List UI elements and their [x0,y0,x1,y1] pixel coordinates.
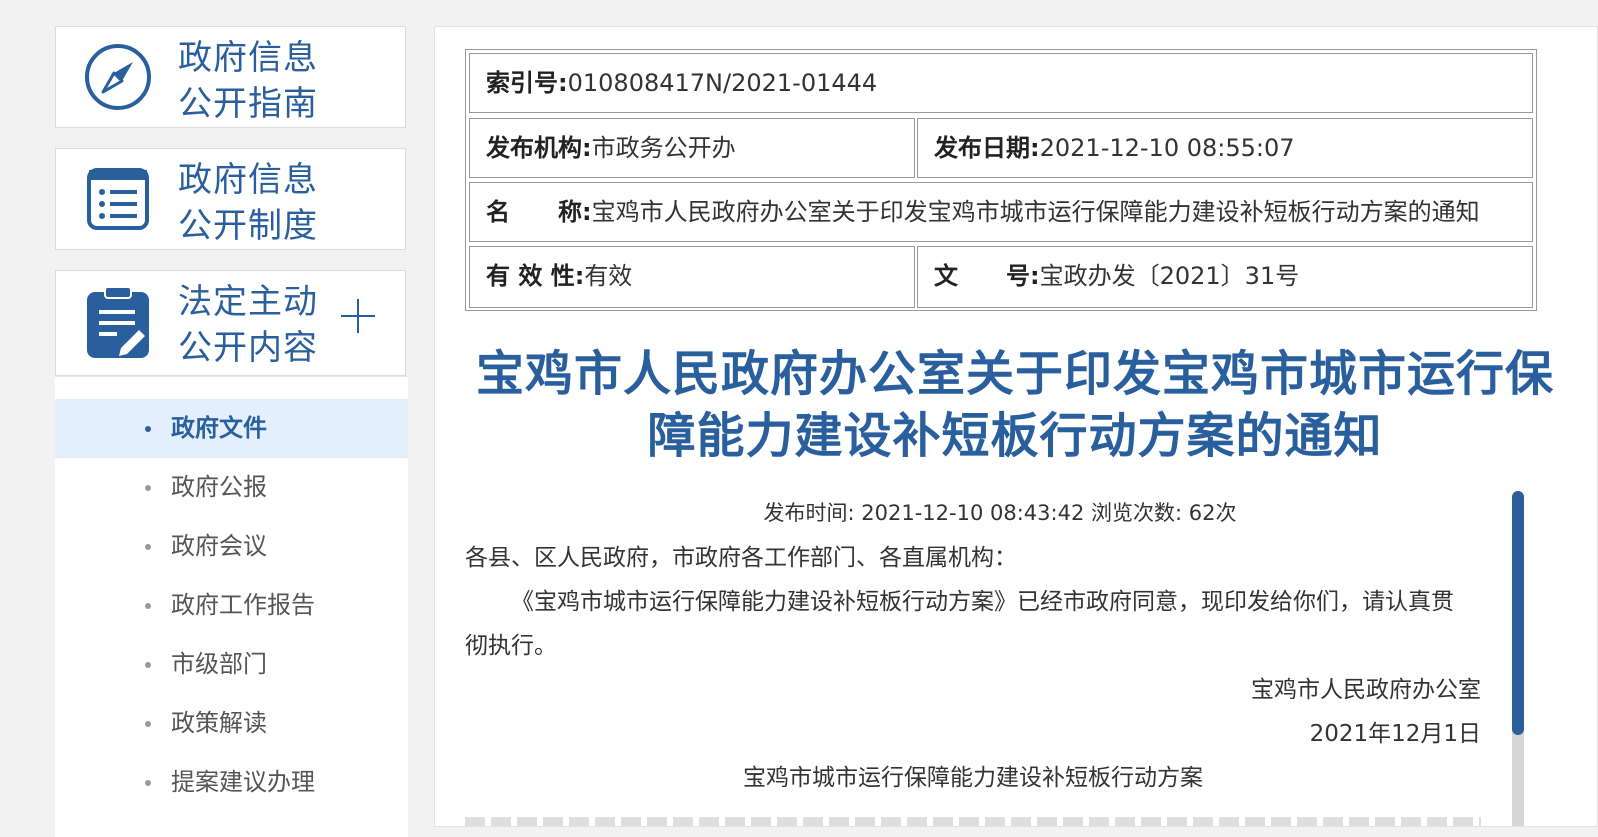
submenu-item-gov-gazette[interactable]: 政府公报 [55,458,408,517]
signature-org: 宝鸡市人民政府办公室 [1251,677,1481,703]
metadata-table: 索引号:010808417N/2021-01444 发布机构:市政务公开办 发布… [465,49,1537,311]
bullet-icon [145,721,151,727]
attachment-title: 宝鸡市城市运行保障能力建设补短板行动方案 [743,765,1203,791]
bullet-icon [145,485,151,491]
submenu-item-gov-documents[interactable]: 政府文件 [55,399,408,458]
meta-docno-value: 宝政办发〔2021〕31号 [1039,262,1300,290]
submenu-item-label: 政府工作报告 [171,591,315,619]
bullet-icon [145,426,151,432]
clipboard-edit-icon [82,271,154,375]
meta-validity-label: 有 效 性: [486,262,585,290]
meta-validity-cell: 有 效 性:有效 [469,246,915,308]
meta-index-value: 010808417N/2021-01444 [567,69,878,97]
nav-system-line1: 政府信息 [178,160,318,200]
nav-system-card[interactable]: 政府信息 公开制度 [55,148,406,250]
submenu-item-city-departments[interactable]: 市级部门 [55,635,408,694]
meta-index-label: 索引号: [486,69,568,97]
submenu-item-label: 政府会议 [171,532,267,560]
publish-info: 发布时间: 2021-12-10 08:43:42 浏览次数: 62次 [763,501,1237,525]
meta-date-label: 发布日期: [934,134,1040,162]
submenu-item-label: 政府公报 [171,473,267,501]
scrollbar-thumb[interactable] [1512,491,1524,735]
submenu-item-label: 提案建议办理 [171,768,315,796]
submenu: 政府文件 政府公报 政府会议 政府工作报告 市级部门 政策解读 提案建议办理 [55,376,408,837]
submenu-item-proposals[interactable]: 提案建议办理 [55,753,408,812]
meta-date-value: 2021-12-10 08:55:07 [1039,134,1295,162]
signature-date: 2021年12月1日 [1309,721,1481,747]
bullet-icon [145,544,151,550]
submenu-item-label: 市级部门 [171,650,267,678]
nav-guide-card[interactable]: 政府信息 公开指南 [55,26,406,128]
submenu-item-label: 政策解读 [171,709,267,737]
nav-system-line2: 公开制度 [178,206,318,246]
meta-org-cell: 发布机构:市政务公开办 [469,118,915,178]
bullet-icon [145,780,151,786]
nav-statutory-line2: 公开内容 [178,328,318,368]
list-document-icon [82,149,154,249]
plus-icon[interactable] [341,299,375,333]
submenu-item-label: 政府文件 [171,414,267,442]
meta-validity-value: 有效 [584,262,633,290]
document-title: 宝鸡市人民政府办公室关于印发宝鸡市城市运行保 障能力建设补短板行动方案的通知 [465,343,1565,467]
paragraph-1: 《宝鸡市城市运行保障能力建设补短板行动方案》已经市政府同意，现印发给你们，请认真… [511,589,1454,615]
paragraph-1-continuation: 彻执行。 [465,633,557,659]
bullet-icon [145,603,151,609]
meta-org-label: 发布机构: [486,134,592,162]
meta-name-value: 宝鸡市人民政府办公室关于印发宝鸡市城市运行保障能力建设补短板行动方案的通知 [591,198,1480,226]
truncated-text-line [465,817,1481,826]
submenu-item-policy-interpretation[interactable]: 政策解读 [55,694,408,753]
meta-name-cell: 名 称:宝鸡市人民政府办公室关于印发宝鸡市城市运行保障能力建设补短板行动方案的通… [469,182,1533,242]
salutation: 各县、区人民政府，市政府各工作部门、各直属机构： [465,545,1017,571]
submenu-item-gov-meetings[interactable]: 政府会议 [55,517,408,576]
main-content: 索引号:010808417N/2021-01444 发布机构:市政务公开办 发布… [434,26,1598,827]
submenu-item-work-report[interactable]: 政府工作报告 [55,576,408,635]
document-title-line1: 宝鸡市人民政府办公室关于印发宝鸡市城市运行保 [475,346,1554,402]
meta-docno-label: 文 号: [934,262,1040,290]
compass-icon [82,27,154,127]
nav-guide-line2: 公开指南 [178,84,318,124]
meta-org-value: 市政务公开办 [591,134,736,162]
meta-index-cell: 索引号:010808417N/2021-01444 [469,53,1533,113]
vertical-scrollbar[interactable] [1512,491,1524,826]
nav-statutory-line1: 法定主动 [178,282,318,322]
bullet-icon [145,662,151,668]
meta-docno-cell: 文 号:宝政办发〔2021〕31号 [917,246,1533,308]
meta-name-label: 名 称: [486,198,592,226]
meta-date-cell: 发布日期:2021-12-10 08:55:07 [917,118,1533,178]
nav-guide-line1: 政府信息 [178,38,318,78]
nav-statutory-card[interactable]: 法定主动 公开内容 [55,270,406,376]
document-title-line2: 障能力建设补短板行动方案的通知 [647,408,1383,464]
